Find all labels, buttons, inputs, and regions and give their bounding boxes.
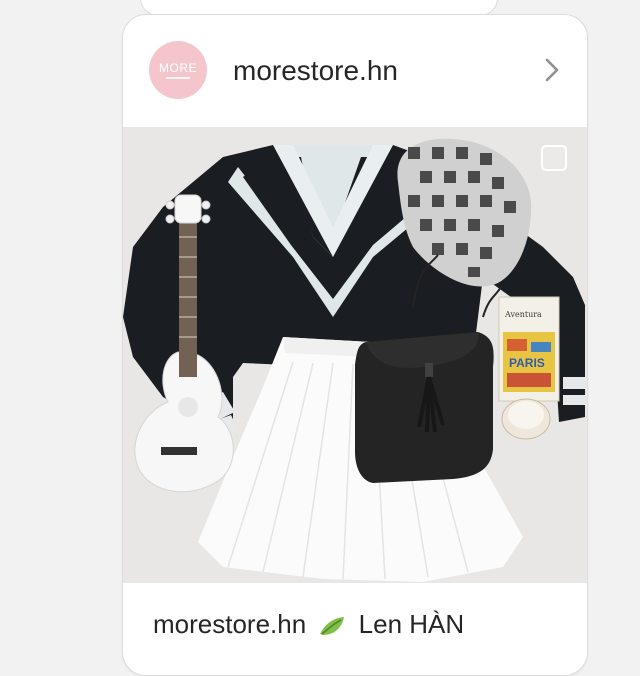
username[interactable]: morestore.hn xyxy=(233,55,398,87)
caption-username[interactable]: morestore.hn xyxy=(153,609,306,639)
post-card: MORE morestore.hn Aventura PARIS moresto… xyxy=(122,14,588,676)
avatar-text: MORE xyxy=(159,60,197,75)
avatar[interactable]: MORE xyxy=(149,41,207,99)
caption-text: Len HÀN xyxy=(358,609,465,639)
post-header[interactable]: MORE morestore.hn xyxy=(123,15,587,127)
chevron-right-icon[interactable] xyxy=(539,57,565,83)
avatar-underline xyxy=(166,76,190,79)
leaf-icon xyxy=(320,617,345,636)
outfit-photo: Aventura PARIS xyxy=(123,127,587,583)
select-checkbox-icon[interactable] xyxy=(541,145,567,171)
post-caption: morestore.hn Len HÀN xyxy=(153,609,464,640)
post-photo[interactable]: Aventura PARIS xyxy=(123,127,587,583)
